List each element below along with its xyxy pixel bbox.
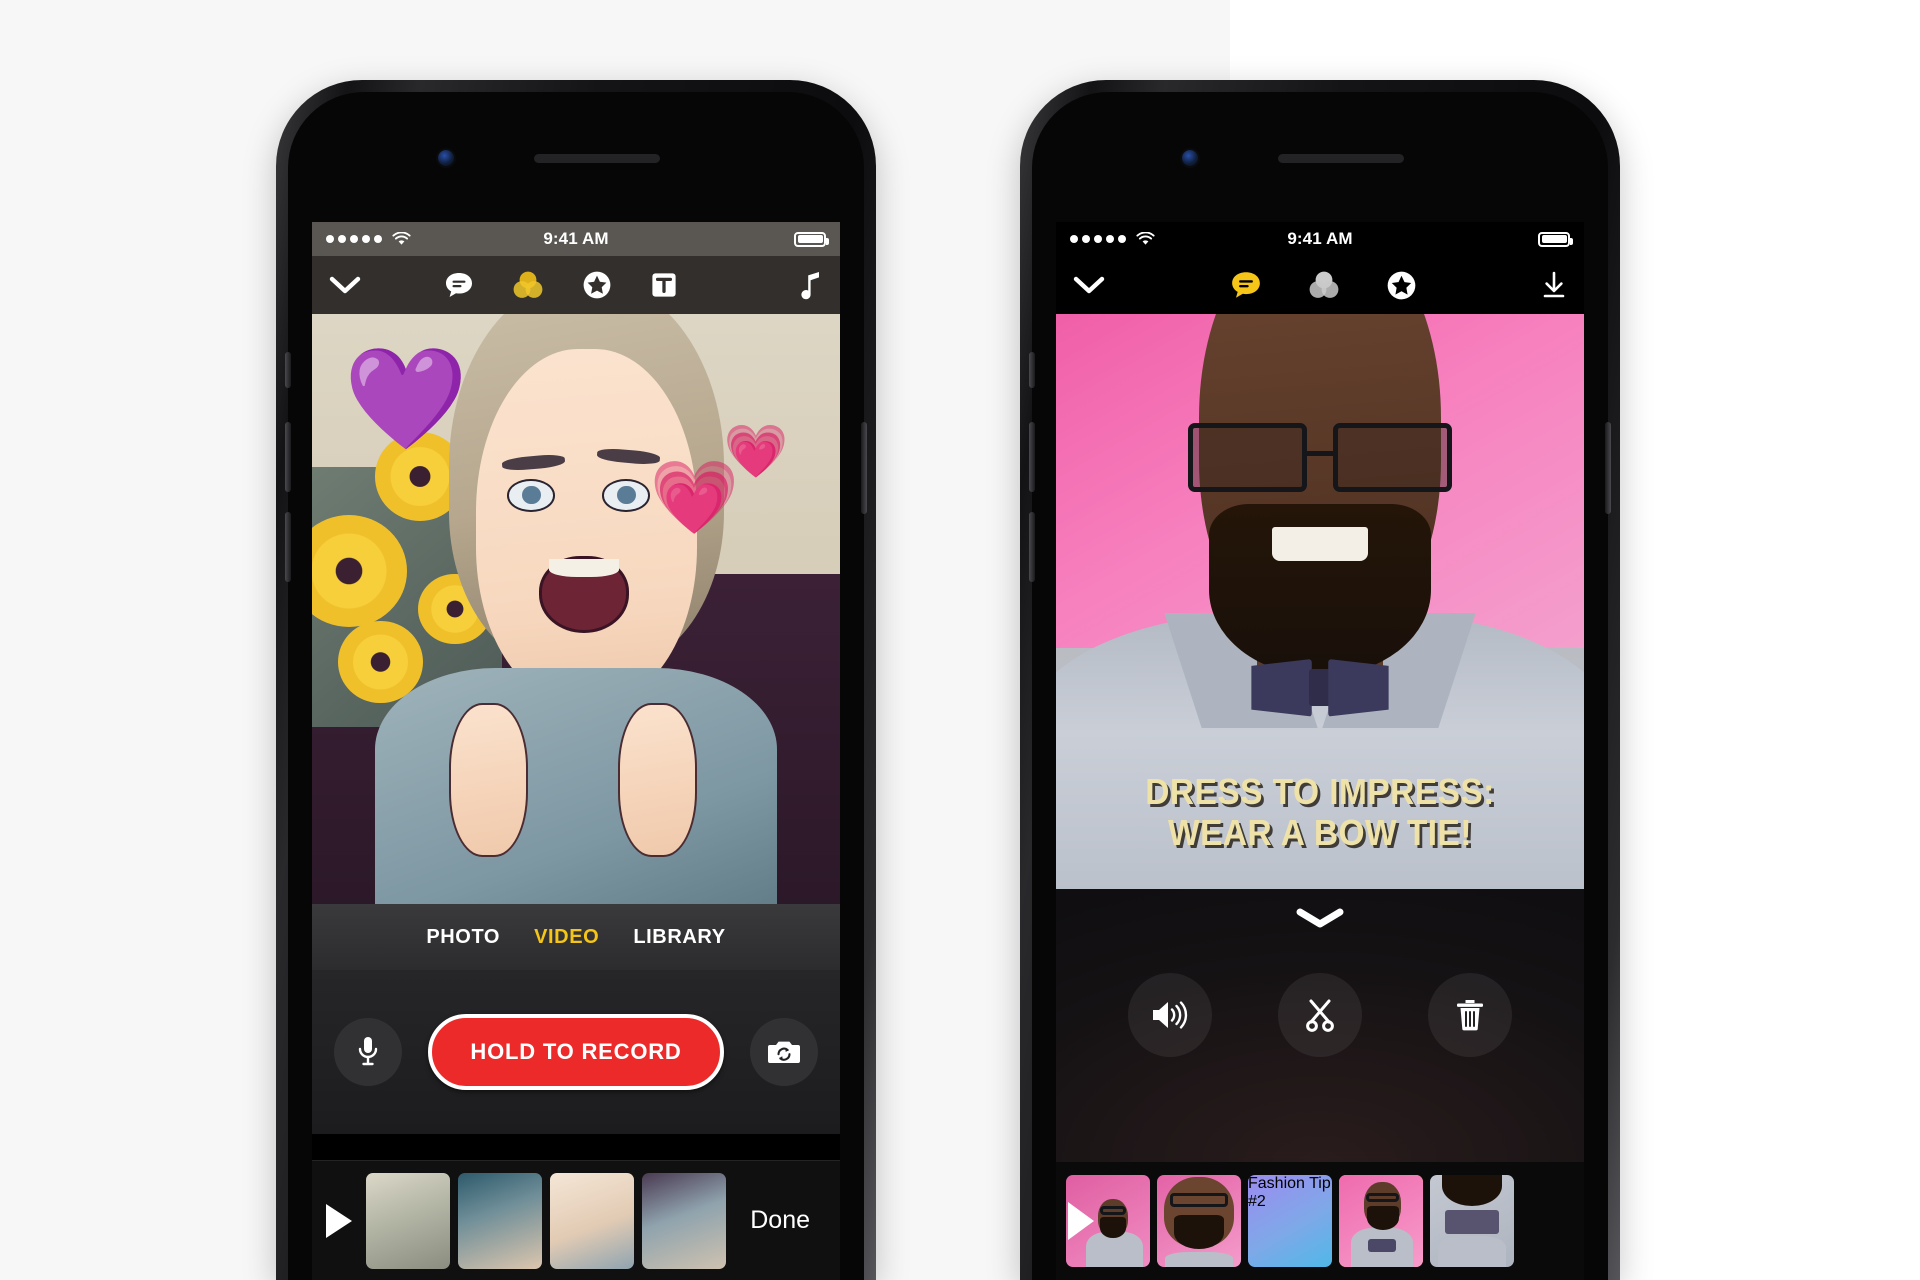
hold-to-record-button[interactable]: HOLD TO RECORD bbox=[428, 1014, 724, 1090]
camera-flip-icon[interactable] bbox=[750, 1018, 818, 1086]
phone-left-body: 9:41 AM 💜 💗 💗 PHOTO VIDEO LIBRARY HOLD T… bbox=[285, 92, 867, 1280]
volume-down-button[interactable] bbox=[285, 512, 291, 582]
power-button[interactable] bbox=[861, 422, 867, 514]
status-time: 9:41 AM bbox=[1287, 229, 1353, 248]
play-triangle-icon[interactable] bbox=[326, 1203, 352, 1238]
tab-video[interactable]: VIDEO bbox=[534, 926, 599, 949]
purple-heart-emoji: 💜 bbox=[343, 343, 469, 456]
music-note-icon[interactable] bbox=[798, 270, 824, 300]
phone-right-body: 9:41 AM DRESS TO IMPRESS: WEAR A BOW TIE… bbox=[1029, 92, 1611, 1280]
list-item[interactable]: Fashion Tip #2 bbox=[1248, 1175, 1332, 1267]
download-arrow-icon[interactable] bbox=[1540, 270, 1568, 300]
filters-circles-icon[interactable] bbox=[512, 270, 544, 300]
caption-line-1: DRESS TO IMPRESS: bbox=[1145, 771, 1495, 813]
done-button[interactable]: Done bbox=[750, 1206, 826, 1235]
mute-switch[interactable] bbox=[285, 352, 291, 388]
status-time: 9:41 AM bbox=[543, 229, 609, 248]
earpiece-speaker-icon bbox=[534, 154, 660, 163]
front-camera-icon bbox=[1182, 150, 1198, 166]
volume-up-button[interactable] bbox=[1029, 422, 1035, 492]
volume-down-button[interactable] bbox=[1029, 512, 1035, 582]
caption-line-2: WEAR A BOW TIE! bbox=[1168, 811, 1472, 853]
live-title-caption: DRESS TO IMPRESS: WEAR A BOW TIE! bbox=[1074, 772, 1565, 853]
capture-mode-tabs: PHOTO VIDEO LIBRARY bbox=[312, 904, 840, 970]
screen-left: 9:41 AM 💜 💗 💗 PHOTO VIDEO LIBRARY HOLD T… bbox=[312, 222, 840, 1280]
phone-left: 9:41 AM 💜 💗 💗 PHOTO VIDEO LIBRARY HOLD T… bbox=[276, 80, 876, 1280]
chevron-down-icon[interactable] bbox=[328, 274, 362, 296]
microphone-icon[interactable] bbox=[334, 1018, 402, 1086]
volume-up-button[interactable] bbox=[285, 422, 291, 492]
list-item[interactable] bbox=[366, 1172, 450, 1269]
front-camera-icon bbox=[438, 150, 454, 166]
status-bar-left: 9:41 AM bbox=[312, 222, 840, 256]
list-item-label: Fashion Tip #2 bbox=[1248, 1175, 1331, 1210]
collapse-handle-row bbox=[1056, 889, 1584, 951]
battery-full-icon bbox=[794, 231, 829, 247]
tab-photo[interactable]: PHOTO bbox=[426, 926, 500, 949]
list-item[interactable] bbox=[550, 1172, 634, 1269]
list-item[interactable] bbox=[1430, 1175, 1514, 1267]
star-badge-icon[interactable] bbox=[1386, 270, 1417, 301]
speaker-volume-icon[interactable] bbox=[1128, 973, 1212, 1057]
speech-bubble-icon[interactable] bbox=[1230, 270, 1262, 300]
chevron-down-icon[interactable] bbox=[1072, 274, 1106, 296]
filmstrip-right: Fashion Tip #2 bbox=[1056, 1162, 1584, 1280]
tab-library[interactable]: LIBRARY bbox=[633, 926, 725, 949]
background-panel-right bbox=[1230, 0, 1920, 62]
filters-circles-icon[interactable] bbox=[1308, 270, 1340, 300]
mute-switch[interactable] bbox=[1029, 352, 1035, 388]
star-badge-icon[interactable] bbox=[582, 270, 612, 300]
toolbar-right bbox=[1056, 256, 1584, 314]
toolbar-left bbox=[312, 256, 840, 314]
chevron-down-icon[interactable] bbox=[1294, 906, 1346, 935]
power-button[interactable] bbox=[1605, 422, 1611, 514]
play-triangle-icon[interactable] bbox=[1068, 1202, 1094, 1240]
camera-preview-left[interactable]: 💜 💗 💗 bbox=[312, 314, 840, 904]
list-item[interactable] bbox=[1066, 1175, 1150, 1267]
phone-right: 9:41 AM DRESS TO IMPRESS: WEAR A BOW TIE… bbox=[1020, 80, 1620, 1280]
speech-bubble-icon[interactable] bbox=[444, 271, 474, 299]
list-item[interactable] bbox=[1339, 1175, 1423, 1267]
record-controls: HOLD TO RECORD bbox=[312, 970, 840, 1134]
trash-icon[interactable] bbox=[1428, 973, 1512, 1057]
edit-action-buttons bbox=[1056, 951, 1584, 1057]
earpiece-speaker-icon bbox=[1278, 154, 1404, 163]
list-item[interactable] bbox=[642, 1172, 726, 1269]
pink-heart-emoji: 💗 bbox=[723, 423, 789, 482]
list-item[interactable] bbox=[1157, 1175, 1241, 1267]
preview-illustration: 💜 💗 💗 bbox=[312, 314, 840, 904]
status-bar-right: 9:41 AM bbox=[1056, 222, 1584, 256]
list-item[interactable] bbox=[458, 1172, 542, 1269]
battery-full-icon bbox=[1538, 231, 1573, 247]
filmstrip-left: Done bbox=[312, 1160, 840, 1280]
text-t-icon[interactable] bbox=[650, 271, 678, 299]
clip-preview-right[interactable]: DRESS TO IMPRESS: WEAR A BOW TIE! bbox=[1056, 314, 1584, 889]
screen-right: 9:41 AM DRESS TO IMPRESS: WEAR A BOW TIE… bbox=[1056, 222, 1584, 1280]
scissors-icon[interactable] bbox=[1278, 973, 1362, 1057]
